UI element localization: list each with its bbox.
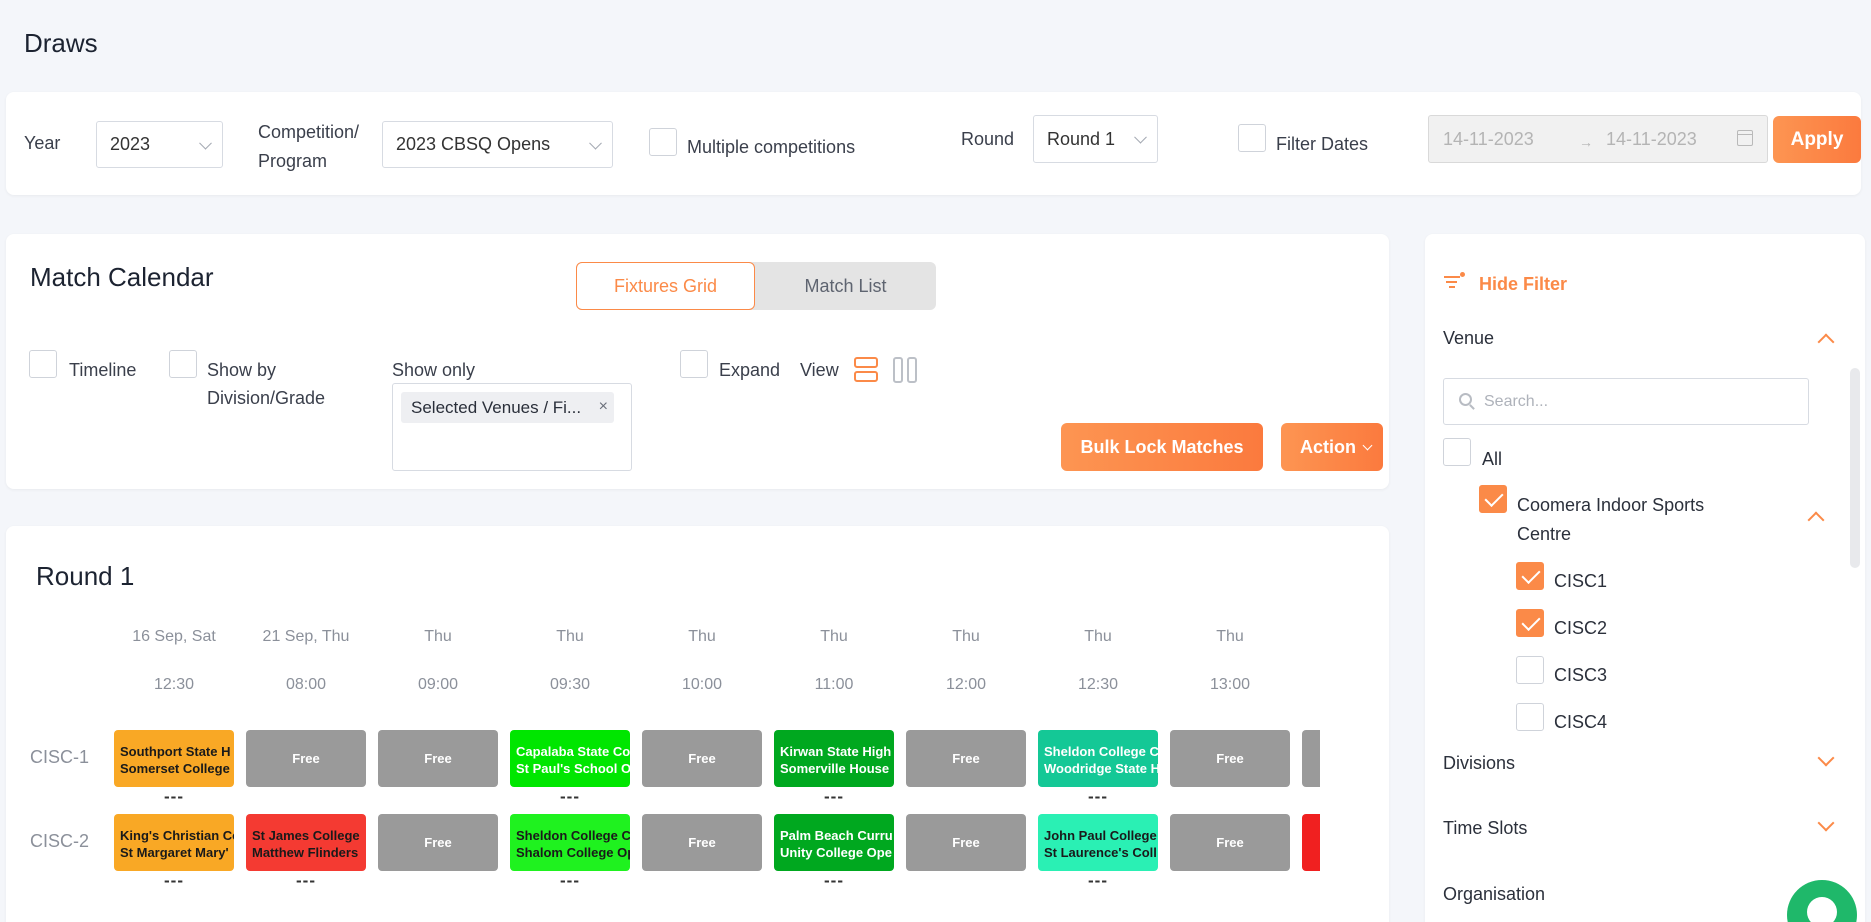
- free-slot[interactable]: Free: [246, 730, 366, 787]
- home-team: King's Christian Co: [120, 828, 234, 843]
- match-menu-icon[interactable]: ---: [774, 871, 894, 891]
- away-team: Shalom College Op: [516, 845, 630, 860]
- divisions-title[interactable]: Divisions: [1443, 753, 1515, 774]
- column-day: Thu: [424, 628, 452, 645]
- column-day: 16 Sep, Sat: [132, 628, 216, 645]
- venue-all-checkbox[interactable]: [1443, 438, 1471, 466]
- away-team: Matthew Flinders: [252, 845, 359, 860]
- column-time: 09:30: [549, 676, 591, 693]
- search-icon: [1459, 393, 1472, 406]
- panel-scrollbar[interactable]: [1850, 368, 1860, 568]
- fixtures-grid: 16 Sep, Sat 12:30 21 Sep, Thu 08:00 Thu 09:00…: [0, 0, 1320, 922]
- court-label: CISC4: [1554, 712, 1608, 732]
- match-menu-icon[interactable]: ---: [1038, 787, 1158, 807]
- column-day: 21 Sep, Thu: [262, 628, 350, 645]
- free-slot[interactable]: Free: [906, 814, 1026, 871]
- away-team: St Margaret Mary': [120, 845, 229, 860]
- court-checkbox[interactable]: [1516, 703, 1544, 731]
- column-day: Thu: [688, 628, 716, 645]
- column-time: 08:00: [285, 676, 327, 693]
- match-cell[interactable]: St James College Matthew Flinders: [246, 814, 366, 871]
- court-row-label: CISC-2: [30, 831, 90, 851]
- match-cell[interactable]: John Paul College St Laurence's Coll: [1038, 814, 1158, 871]
- date-from: 14-11-2023: [1443, 129, 1534, 149]
- home-team: Palm Beach Curru: [780, 828, 893, 843]
- free-slot[interactable]: Free: [378, 730, 498, 787]
- venue-group-label: Coomera Indoor Sports Centre: [1517, 495, 1705, 544]
- date-range-picker[interactable]: 14-11-2023 → 14-11-2023: [1428, 115, 1768, 163]
- home-team: John Paul College: [1044, 828, 1157, 843]
- column-time: 13:00: [1209, 676, 1251, 693]
- search-placeholder: Search...: [1484, 393, 1549, 410]
- filter-icon[interactable]: [1444, 272, 1465, 288]
- free-slot[interactable]: Free: [642, 730, 762, 787]
- away-team: St Paul's School O: [516, 761, 630, 776]
- free-slot[interactable]: [1302, 730, 1320, 787]
- court-checkbox[interactable]: [1516, 656, 1544, 684]
- away-team: St Laurence's Coll: [1044, 845, 1157, 860]
- home-team: Southport State H: [120, 744, 231, 759]
- column-time: 10:00: [681, 676, 723, 693]
- away-team: Unity College Ope: [780, 845, 892, 860]
- calendar-icon: [1737, 130, 1753, 146]
- venue-group-checkbox[interactable]: [1479, 485, 1507, 513]
- match-menu-icon[interactable]: ---: [114, 871, 234, 891]
- court-label: CISC3: [1554, 665, 1608, 685]
- chevron-down-icon: [1362, 440, 1373, 451]
- column-time: 09:00: [417, 676, 459, 693]
- free-slot[interactable]: Free: [906, 730, 1026, 787]
- court-label: CISC2: [1554, 618, 1608, 638]
- match-cell[interactable]: Capalaba State Co St Paul's School O: [510, 730, 630, 787]
- venue-title: Venue: [1443, 328, 1495, 348]
- away-team: Somerville House: [780, 761, 890, 776]
- match-cell[interactable]: Kirwan State High Somerville House: [774, 730, 894, 787]
- home-team: Capalaba State Co: [516, 744, 630, 759]
- match-cell[interactable]: Palm Beach Curru Unity College Ope: [774, 814, 894, 871]
- column-time: 12:00: [945, 676, 987, 693]
- column-time: 11:00: [814, 676, 854, 693]
- match-cell[interactable]: Southport State H Somerset College: [114, 730, 234, 787]
- arrow-right-icon: →: [1579, 134, 1593, 150]
- home-team: Sheldon College C: [516, 828, 630, 843]
- free-slot[interactable]: Free: [1170, 730, 1290, 787]
- match-menu-icon[interactable]: ---: [246, 871, 366, 891]
- column-day: Thu: [1084, 628, 1112, 645]
- match-cell[interactable]: Sheldon College C Woodridge State H: [1038, 730, 1158, 787]
- organisation-title[interactable]: Organisation: [1443, 884, 1545, 905]
- match-cell[interactable]: [1302, 814, 1320, 871]
- hide-filter-link[interactable]: Hide Filter: [1479, 274, 1567, 295]
- free-slot[interactable]: Free: [1170, 814, 1290, 871]
- column-day: Thu: [952, 628, 980, 645]
- time-slots-title[interactable]: Time Slots: [1443, 818, 1527, 839]
- away-team: Woodridge State H: [1044, 761, 1158, 776]
- match-menu-icon[interactable]: ---: [114, 787, 234, 807]
- court-label: CISC1: [1554, 571, 1608, 591]
- apply-button[interactable]: Apply: [1773, 116, 1861, 163]
- court-checkbox[interactable]: [1516, 562, 1544, 590]
- column-day: Thu: [820, 628, 848, 645]
- venue-search-input[interactable]: Search...: [1443, 378, 1809, 425]
- match-cell[interactable]: King's Christian Co St Margaret Mary': [114, 814, 234, 871]
- court-checkbox[interactable]: [1516, 609, 1544, 637]
- date-to: 14-11-2023: [1606, 129, 1697, 149]
- home-team: St James College: [252, 828, 360, 843]
- free-slot[interactable]: Free: [642, 814, 762, 871]
- court-row-label: CISC-1: [30, 747, 90, 767]
- column-day: Thu: [1216, 628, 1244, 645]
- match-cell[interactable]: Sheldon College C Shalom College Op: [510, 814, 630, 871]
- home-team: Kirwan State High: [780, 744, 892, 759]
- match-menu-icon[interactable]: ---: [510, 871, 630, 891]
- venue-all-label: All: [1482, 449, 1503, 469]
- match-menu-icon[interactable]: ---: [510, 787, 630, 807]
- column-time: 12:30: [1077, 676, 1119, 693]
- match-menu-icon[interactable]: ---: [1038, 871, 1158, 891]
- free-slot[interactable]: Free: [378, 814, 498, 871]
- home-team: Sheldon College C: [1044, 744, 1158, 759]
- column-day: Thu: [556, 628, 584, 645]
- away-team: Somerset College: [120, 761, 230, 776]
- column-time: 12:30: [153, 676, 195, 693]
- match-menu-icon[interactable]: ---: [774, 787, 894, 807]
